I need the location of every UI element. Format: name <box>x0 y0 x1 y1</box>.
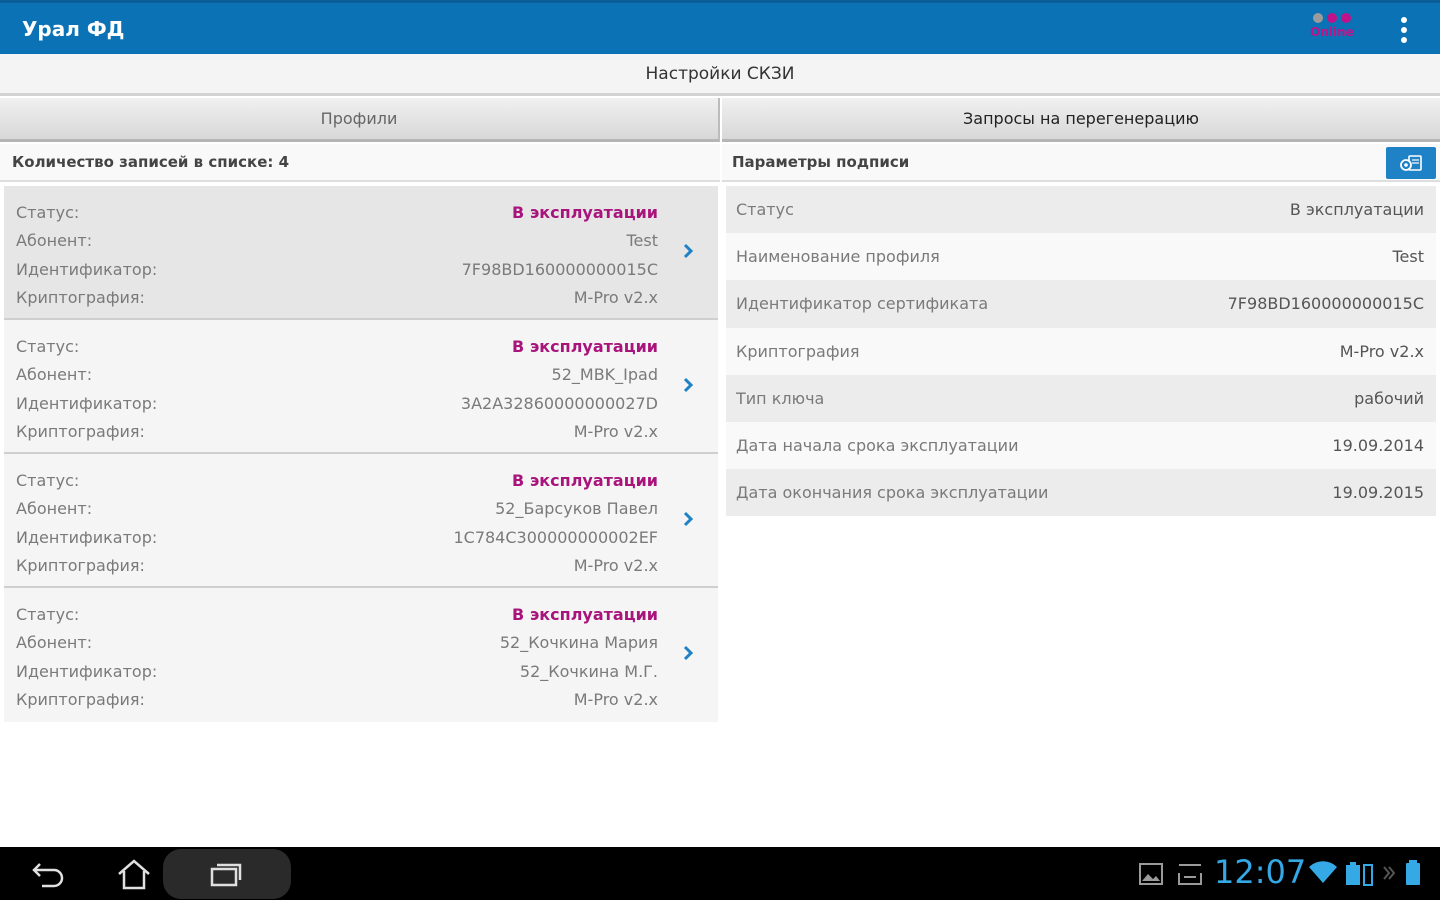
wifi-icon <box>1309 861 1337 883</box>
status-label: Статус: <box>16 470 80 490</box>
system-clock: 12:07 <box>1214 853 1307 891</box>
param-label: Идентификатор сертификата <box>736 294 989 314</box>
chevron-right-icon[interactable] <box>680 374 696 396</box>
system-nav-bar: 12:07 <box>0 847 1440 900</box>
section-title: Настройки СКЗИ <box>0 54 1440 96</box>
status-value: В эксплуатации <box>512 202 658 222</box>
crypto-label: Криптография: <box>16 288 145 308</box>
profile-item[interactable]: Статус: В эксплуатации Абонент: Test Идент… <box>4 186 718 320</box>
sign-settings-button[interactable] <box>1386 147 1436 179</box>
chevron-right-icon[interactable] <box>680 240 696 262</box>
param-value: 19.09.2015 <box>1332 483 1424 503</box>
back-icon <box>32 863 64 888</box>
online-label: Online <box>1310 25 1354 39</box>
list-count-header: Количество записей в списке: 4 <box>0 144 720 182</box>
tab-regeneration-requests[interactable]: Запросы на перегенерацию <box>722 98 1440 142</box>
subscriber-label: Абонент: <box>16 231 93 251</box>
chevron-right-icon[interactable] <box>680 642 696 664</box>
identifier-label: Идентификатор: <box>16 527 158 547</box>
gallery-notification-icon <box>1139 863 1163 885</box>
status-label: Статус: <box>16 202 80 222</box>
status-value: В эксплуатации <box>512 336 658 356</box>
crypto-label: Криптография: <box>16 422 145 442</box>
download-notification-icon <box>1178 864 1202 885</box>
identifier-label: Идентификатор: <box>16 259 158 279</box>
recent-apps-icon <box>210 863 242 887</box>
subscriber-value: 52_Кочкина Мария <box>499 633 658 653</box>
identifier-value: 7F98BD160000000015C <box>461 259 658 279</box>
status-value: В эксплуатации <box>512 604 658 624</box>
gear-icon <box>1400 155 1422 171</box>
params-header-label: Параметры подписи <box>732 153 910 171</box>
param-label: Криптография <box>736 341 860 361</box>
tab-profiles[interactable]: Профили <box>0 98 720 142</box>
param-label: Дата начала срока эксплуатации <box>736 436 1019 456</box>
subscriber-value: 52_MBK_Ipad <box>551 365 658 385</box>
app-title: Урал ФД <box>22 16 125 41</box>
param-value: 7F98BD160000000015C <box>1227 294 1424 314</box>
status-label: Статус: <box>16 604 80 624</box>
param-label: Статус <box>736 200 794 220</box>
back-button[interactable] <box>20 853 76 895</box>
chevron-right-icon[interactable] <box>680 508 696 530</box>
table-row: Криптография M-Pro v2.x <box>726 327 1436 375</box>
online-dots-icon <box>1306 13 1358 23</box>
param-value: M-Pro v2.x <box>1339 341 1424 361</box>
table-row: Дата окончания срока эксплуатации 19.09.2… <box>726 469 1436 517</box>
table-row: Идентификатор сертификата 7F98BD160000000… <box>726 280 1436 328</box>
crypto-label: Криптография: <box>16 556 145 576</box>
table-row: Тип ключа рабочий <box>726 374 1436 422</box>
status-value: В эксплуатации <box>512 470 658 490</box>
param-label: Дата окончания срока эксплуатации <box>736 483 1049 503</box>
profiles-list: Статус: В эксплуатации Абонент: Test Идент… <box>4 186 718 722</box>
profile-item[interactable]: Статус: В эксплуатации Абонент: 52_Кочкина… <box>4 588 718 722</box>
profile-item[interactable]: Статус: В эксплуатации Абонент: 52_Барсуко… <box>4 454 718 588</box>
subscriber-label: Абонент: <box>16 499 93 519</box>
identifier-value: 3A2A32860000000027D <box>460 393 658 413</box>
identifier-label: Идентификатор: <box>16 661 158 681</box>
identifier-value: 1C784C300000000002EF <box>453 527 658 547</box>
action-bar: Урал ФД Online <box>0 0 1440 54</box>
params-header: Параметры подписи <box>722 144 1440 182</box>
table-row: Статус В эксплуатации <box>726 186 1436 234</box>
crypto-value: M-Pro v2.x <box>573 690 658 710</box>
crypto-label: Криптография: <box>16 690 145 710</box>
subscriber-value: Test <box>626 231 658 251</box>
param-value: Test <box>1392 247 1424 267</box>
online-status-badge[interactable]: Online <box>1306 13 1358 49</box>
chevron-right-icon <box>1383 866 1396 880</box>
subscriber-label: Абонент: <box>16 365 93 385</box>
param-value: В эксплуатации <box>1289 200 1424 220</box>
table-row: Дата начала срока эксплуатации 19.09.2014 <box>726 421 1436 470</box>
identifier-value: 52_Кочкина М.Г. <box>519 661 658 681</box>
param-value: рабочий <box>1354 388 1424 408</box>
param-value: 19.09.2014 <box>1332 436 1424 456</box>
signature-params-table: Статус В эксплуатации Наименование профил… <box>726 186 1436 517</box>
recent-apps-button[interactable] <box>198 853 254 895</box>
status-label: Статус: <box>16 336 80 356</box>
identifier-label: Идентификатор: <box>16 393 158 413</box>
param-label: Наименование профиля <box>736 247 940 267</box>
profile-item[interactable]: Статус: В эксплуатации Абонент: 52_MBK_Ipa… <box>4 320 718 454</box>
subscriber-label: Абонент: <box>16 633 93 653</box>
subscriber-value: 52_Барсуков Павел <box>495 499 658 519</box>
battery-charging-icon <box>1346 862 1373 886</box>
crypto-value: M-Pro v2.x <box>573 556 658 576</box>
crypto-value: M-Pro v2.x <box>573 422 658 442</box>
home-icon <box>118 859 150 890</box>
home-button[interactable] <box>106 853 162 895</box>
param-label: Тип ключа <box>736 388 825 408</box>
crypto-value: M-Pro v2.x <box>573 288 658 308</box>
table-row: Наименование профиля Test <box>726 233 1436 281</box>
battery-icon <box>1406 860 1420 885</box>
app-root: Урал ФД Online Настройки СКЗИ Профили За… <box>0 0 1440 900</box>
overflow-menu-icon[interactable] <box>1392 15 1416 45</box>
